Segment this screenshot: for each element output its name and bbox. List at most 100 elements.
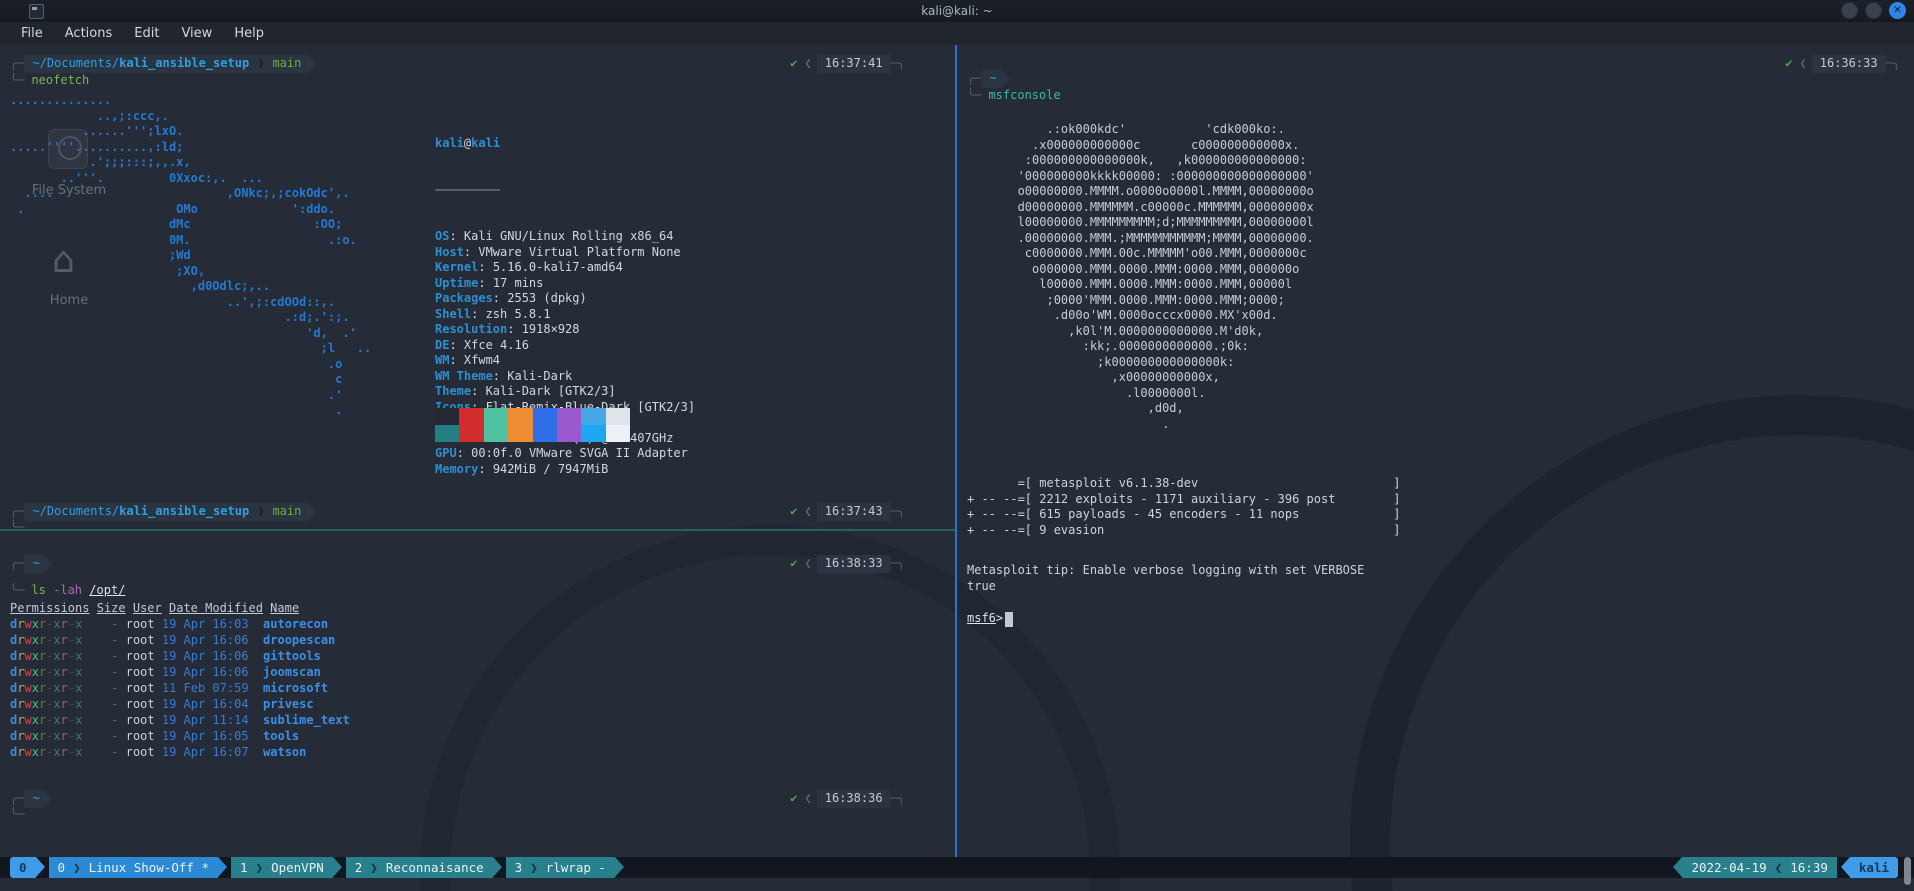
menu-item-edit[interactable]: Edit	[123, 24, 170, 43]
segment-chevron-icon: ❯	[65, 860, 89, 875]
terminal-window: kali@kali: ~ ✕ FileActionsEditViewHelp F…	[0, 0, 1914, 891]
neofetch-value: 2553 (dpkg)	[507, 291, 586, 305]
ls-name: autorecon	[263, 617, 328, 631]
neofetch-separator: :	[449, 353, 463, 367]
ls-perm-char: w	[24, 697, 31, 711]
segment-arrow-icon	[44, 790, 53, 808]
neofetch-value: VMware Virtual Platform None	[478, 245, 680, 259]
prompt-path: ~	[32, 791, 39, 807]
msf-shell-prompt[interactable]: msf6 >	[967, 611, 1013, 627]
ls-perm-char: x	[32, 713, 39, 727]
git-branch: main	[272, 56, 305, 72]
menu-item-view[interactable]: View	[170, 24, 223, 43]
neofetch-value: Xfce 4.16	[464, 338, 529, 352]
angle-separator-icon: ❮	[1767, 860, 1791, 875]
menu-item-help[interactable]: Help	[223, 24, 275, 43]
tmux-session-badge[interactable]: 0	[10, 857, 36, 878]
terminal-area[interactable]: File System ⌂ Home ╭─ ~/Documents/kali_a…	[0, 45, 1914, 857]
ls-size: -	[90, 633, 119, 647]
neofetch-separator: :	[493, 369, 507, 383]
segment-chevron-icon: ❯	[249, 56, 272, 72]
ls-perm-char: w	[24, 745, 31, 759]
tmux-window-2[interactable]: 2❯Reconnaisance	[346, 857, 493, 878]
ls-date: 19 Apr 16:06	[162, 633, 256, 647]
tmux-window-3[interactable]: 3❯rlwrap -	[506, 857, 615, 878]
neofetch-value: 00:0f.0 VMware SVGA II Adapter	[471, 446, 688, 460]
ls-column-header: User	[133, 601, 162, 615]
prompt-timestamp: 16:38:33	[817, 555, 891, 573]
ls-perm-char: r	[61, 681, 68, 695]
neofetch-info-line: WM Theme: Kali-Dark	[435, 369, 695, 385]
palette-swatch	[581, 425, 605, 442]
ls-column-header: Date Modified	[169, 601, 263, 615]
ls-name: watson	[263, 745, 306, 759]
kali-ascii-logo: .............. ..,;:ccc,. ......''';lxO.…	[10, 93, 371, 419]
metasploit-tip: Metasploit tip: Enable verbose logging w…	[967, 563, 1364, 594]
ls-perm-char	[82, 697, 89, 711]
prompt-path: ~/Documents/	[32, 56, 119, 72]
ls-row: drwxr-xr-x - root 11 Feb 07:59 microsoft	[10, 680, 350, 696]
neofetch-label: Host	[435, 245, 464, 259]
ls-perm-char: x	[53, 697, 60, 711]
prompt-status: ✔ ❮ 16:37:43 ─╮	[790, 503, 905, 521]
prompt-timestamp: 16:37:41	[817, 55, 891, 73]
ls-user: root	[126, 697, 155, 711]
ls-date: 19 Apr 16:04	[162, 697, 256, 711]
neofetch-title: kali@kali	[435, 136, 695, 152]
ls-perm-char: r	[61, 617, 68, 631]
prompt-frame: ╰─	[967, 88, 981, 104]
neofetch-underline: ─────────	[435, 183, 695, 199]
ls-size: -	[90, 617, 119, 631]
prompt-status: ✔ ❮ 16:37:41 ─╮	[790, 55, 905, 73]
menu-item-file[interactable]: File	[10, 24, 54, 43]
pane-msfconsole[interactable]: ✔ ❮ 16:36:33 ─╮ ╭─ ~ ╰─ msfconsole .:ok0…	[957, 45, 1914, 857]
ls-name: microsoft	[263, 681, 328, 695]
tmux-window-1[interactable]: 1❯OpenVPN	[231, 857, 333, 878]
maximize-button[interactable]	[1865, 2, 1882, 19]
command-line: ╰─ ls -lah /opt/	[10, 583, 125, 599]
menu-item-actions[interactable]: Actions	[54, 24, 124, 43]
scrollbar-thumb[interactable]	[1904, 857, 1911, 885]
neofetch-user: kali	[435, 136, 464, 150]
neofetch-label: Kernel	[435, 260, 478, 274]
prompt-frame: ╭─	[10, 556, 24, 572]
prompt-status: ✔ ❮ 16:38:36 ─╮	[790, 790, 905, 808]
tmux-window-name: rlwrap -	[546, 860, 606, 875]
ls-row: drwxr-xr-x - root 19 Apr 16:06 joomscan	[10, 664, 350, 680]
neofetch-separator: :	[478, 276, 492, 290]
prompt-path-segment: ~	[24, 555, 43, 573]
pane-ls[interactable]: ╭─ ~ ✔ ❮ 16:38:33 ─╮ ╰─ ls -lah /opt/ Pe…	[0, 531, 955, 857]
ls-perm-char: r	[61, 713, 68, 727]
tmux-hostname: kali	[1850, 857, 1898, 878]
tmux-window-0[interactable]: 0❯Linux Show-Off *	[49, 857, 218, 878]
tmux-window-index: 3	[515, 860, 523, 875]
neofetch-info: kali@kali ───────── OS: Kali GNU/Linux R…	[435, 105, 695, 508]
success-check-icon: ✔	[790, 556, 797, 572]
palette-swatch	[508, 408, 532, 425]
pane-neofetch[interactable]: ╭─ ~/Documents/kali_ansible_setup❯main ✔…	[0, 45, 955, 529]
prompt-line: ╭─ ~	[967, 70, 1864, 88]
ls-size: -	[90, 745, 119, 759]
ls-size: -	[90, 697, 119, 711]
ls-name: droopescan	[263, 633, 335, 647]
palette-swatch	[533, 425, 557, 442]
neofetch-host: kali	[471, 136, 500, 150]
ls-row: drwxr-xr-x - root 19 Apr 16:03 autorecon	[10, 616, 350, 632]
segment-chevron-icon: ❯	[522, 860, 546, 875]
angle-separator-icon: ❮	[805, 56, 812, 72]
ls-perm-char: x	[53, 681, 60, 695]
success-check-icon: ✔	[790, 56, 797, 72]
neofetch-info-line: Kernel: 5.16.0-kali7-amd64	[435, 260, 695, 276]
close-button[interactable]: ✕	[1889, 2, 1906, 19]
neofetch-separator: :	[464, 245, 478, 259]
neofetch-separator: :	[478, 260, 492, 274]
ls-size: -	[90, 713, 119, 727]
neofetch-info-line: Memory: 942MiB / 7947MiB	[435, 462, 695, 478]
prompt-frame-corner: ─╮	[891, 791, 905, 807]
ls-perm-char	[82, 665, 89, 679]
neofetch-info-line: WM: Xfwm4	[435, 353, 695, 369]
prompt-line: ╭─ ~ ✔ ❮ 16:38:33 ─╮	[10, 555, 905, 573]
neofetch-info-line: Theme: Kali-Dark [GTK2/3]	[435, 384, 695, 400]
minimize-button[interactable]	[1841, 2, 1858, 19]
palette-swatch	[459, 425, 483, 442]
